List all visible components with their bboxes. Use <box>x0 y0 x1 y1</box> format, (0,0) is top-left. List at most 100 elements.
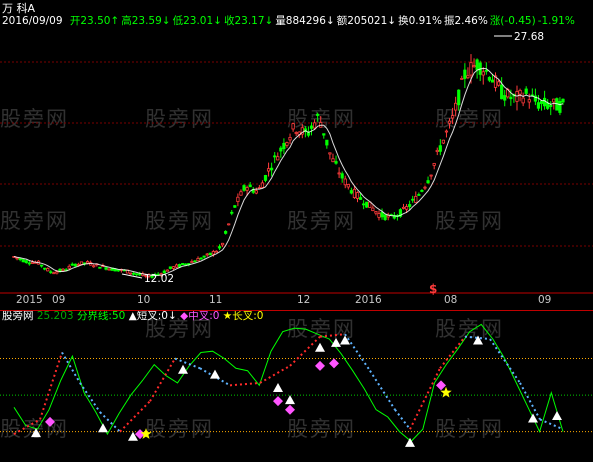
candle <box>349 187 353 195</box>
candle-body <box>171 266 176 269</box>
candle-body <box>214 250 219 253</box>
candle-body <box>457 89 461 106</box>
event-marker[interactable]: $ <box>429 283 437 296</box>
candle <box>288 133 292 145</box>
candle <box>248 182 252 188</box>
candle <box>478 60 482 82</box>
candle <box>337 167 341 179</box>
candle-body <box>558 100 562 113</box>
candle <box>472 58 476 68</box>
candle <box>276 152 280 161</box>
candle-body <box>420 190 424 192</box>
candle-body <box>475 59 479 71</box>
candle-body <box>500 84 504 100</box>
candle <box>493 72 498 92</box>
candle-body <box>40 264 44 267</box>
candle <box>444 129 449 138</box>
candle-body <box>383 214 387 220</box>
candle-body <box>325 139 329 146</box>
candle <box>128 272 133 275</box>
candle <box>500 77 504 100</box>
candle <box>199 257 203 260</box>
candle-body <box>521 97 525 104</box>
candle <box>230 209 234 216</box>
short-cross-marker <box>31 428 41 438</box>
candle <box>104 266 108 271</box>
candle-body <box>181 263 185 266</box>
candle-body <box>358 197 363 200</box>
candle <box>193 259 197 263</box>
candle-body <box>435 149 439 153</box>
candle <box>174 263 179 269</box>
candle <box>27 260 31 266</box>
candle-body <box>107 268 111 271</box>
candle-body <box>55 271 59 274</box>
candle-body <box>242 185 246 191</box>
candle-body <box>487 77 491 81</box>
candle-body <box>199 257 203 260</box>
candle <box>454 96 458 117</box>
candle <box>481 67 485 85</box>
candle <box>168 266 173 270</box>
candle <box>282 138 286 154</box>
short-cross-marker <box>285 395 295 405</box>
candle <box>346 183 350 190</box>
candle <box>386 212 390 221</box>
candle <box>355 191 360 203</box>
candle-body <box>70 263 74 266</box>
candle-body <box>233 205 237 208</box>
x-axis: 2015 09 10 11 12 2016 08 09 <box>0 294 593 308</box>
mid-cross-marker <box>436 380 446 391</box>
candle <box>365 201 369 209</box>
candle-body <box>408 204 412 207</box>
candle <box>334 155 338 165</box>
candle-body <box>217 246 222 249</box>
candle-body <box>503 95 507 101</box>
candle <box>227 223 231 226</box>
candle-body <box>239 191 243 196</box>
falling-segment <box>61 351 81 384</box>
candle-body <box>236 196 240 202</box>
candle-body <box>205 253 209 256</box>
candle-body <box>276 156 280 161</box>
candle <box>549 101 553 116</box>
candle <box>417 192 421 196</box>
low-price-label: 12.02 <box>144 273 174 285</box>
candle <box>398 208 403 218</box>
candle-body <box>282 142 286 150</box>
candle <box>58 268 62 273</box>
kline-chart[interactable]: 27.68 12.02 <box>0 0 593 300</box>
candle <box>435 147 439 156</box>
candle-body <box>92 265 96 268</box>
candle <box>257 184 261 189</box>
x-axis-label: 10 <box>137 294 151 306</box>
short-cross-marker <box>273 383 283 392</box>
candle <box>457 89 461 111</box>
candle-body <box>135 273 139 276</box>
candle-body <box>337 172 341 175</box>
candle <box>92 264 96 268</box>
indicator-chart[interactable] <box>0 310 593 462</box>
candle-body <box>469 62 473 76</box>
candle-body <box>429 174 433 177</box>
candle-body <box>463 69 467 79</box>
candle <box>441 139 445 144</box>
candle-body <box>546 102 550 109</box>
candle <box>270 162 274 177</box>
candle-body <box>426 180 430 184</box>
x-axis-label: 12 <box>297 294 311 306</box>
x-axis-label: 09 <box>538 294 552 306</box>
candle-body <box>211 251 215 255</box>
candle-body <box>450 115 455 119</box>
candle <box>328 152 332 160</box>
candle-body <box>377 213 381 218</box>
candle-body <box>561 98 565 103</box>
candle <box>414 191 418 204</box>
candle <box>432 162 436 170</box>
candle <box>273 152 277 164</box>
candle <box>521 92 525 107</box>
candle-body <box>52 272 56 275</box>
falling-segment <box>519 382 541 420</box>
mid-cross-marker <box>285 404 295 415</box>
candle <box>309 122 314 136</box>
